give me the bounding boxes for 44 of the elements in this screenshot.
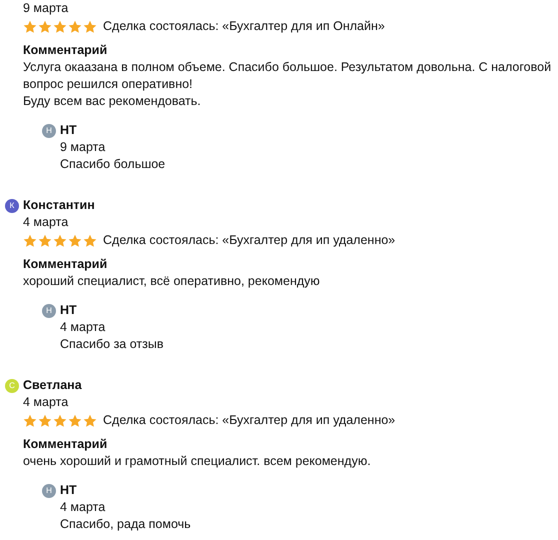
star-icon	[83, 20, 97, 34]
star-icon	[38, 20, 52, 34]
star-icon	[53, 414, 67, 428]
comment-label: Комментарий	[23, 256, 108, 273]
review-date: 9 марта	[23, 0, 68, 17]
comment-text: Буду всем вас рекомендовать.	[23, 93, 202, 110]
avatar: К	[5, 198, 19, 212]
star-icon	[23, 20, 37, 34]
deal-text: Сделка состоялась: «Бухгалтер для ип Онлайн»	[103, 18, 385, 35]
reply-text: Спасибо за отзыв	[60, 336, 164, 353]
reply-author: НТ	[60, 122, 77, 139]
avatar: Н	[42, 304, 56, 318]
comment-text: Услуга окаазана в полном объеме. Спасибо большое. Результатом довольна. С налоговой вопрос решился оперативно!	[23, 59, 552, 93]
star-icon	[23, 414, 37, 428]
reply-author: НТ	[60, 482, 77, 499]
comment-label: Комментарий	[23, 42, 108, 59]
star-icon	[83, 414, 97, 428]
deal-text: Сделка состоялась: «Бухгалтер для ип удаленно»	[103, 232, 396, 249]
comment-text: очень хороший и грамотный специалист. всем рекомендую.	[23, 453, 372, 470]
avatar: С	[5, 378, 19, 392]
reply-text: Спасибо большое	[60, 156, 166, 173]
avatar: Н	[42, 124, 56, 138]
star-icon	[68, 414, 82, 428]
star-icon	[38, 414, 52, 428]
star-icon	[68, 20, 82, 34]
reply-date: 9 марта	[60, 139, 106, 156]
reply-date: 4 марта	[60, 319, 106, 336]
star-icon	[53, 234, 67, 248]
author-name: Светлана	[23, 377, 82, 394]
deal-text: Сделка состоялась: «Бухгалтер для ип удаленно»	[103, 412, 396, 429]
star-icon	[38, 234, 52, 248]
star-icon	[23, 234, 37, 248]
reply-date: 4 марта	[60, 499, 106, 516]
star-icon	[53, 20, 67, 34]
review-date: 4 марта	[23, 214, 68, 231]
review-date: 4 марта	[23, 394, 68, 411]
star-icon	[68, 234, 82, 248]
reply-text: Спасибо, рада помочь	[60, 516, 191, 533]
comment-text: хороший специалист, всё оперативно, рекомендую	[23, 273, 321, 290]
avatar: Н	[42, 484, 56, 498]
author-name: Константин	[23, 197, 95, 214]
star-icon	[83, 234, 97, 248]
reply-author: НТ	[60, 302, 77, 319]
comment-label: Комментарий	[23, 436, 108, 453]
